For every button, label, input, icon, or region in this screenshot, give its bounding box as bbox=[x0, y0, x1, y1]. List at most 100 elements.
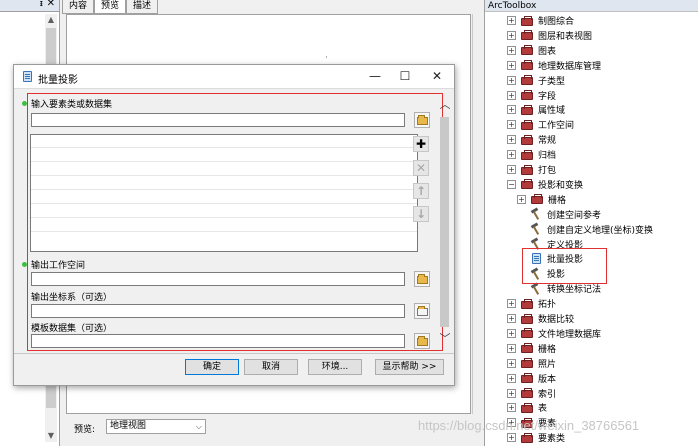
minimize-button[interactable]: — bbox=[360, 65, 390, 89]
tab-contents[interactable]: 内容 bbox=[62, 0, 95, 14]
toolbox-tree-item[interactable]: 创建自定义地理(坐标)变换 bbox=[527, 222, 653, 237]
toolbox-tree-item[interactable]: + 图层和表视图 bbox=[507, 28, 592, 43]
toolbox-tree-item[interactable]: + 字段 bbox=[507, 88, 556, 103]
environments-button[interactable]: 环境... bbox=[308, 359, 362, 375]
toolbox-tree-item[interactable]: + 索引 bbox=[507, 386, 556, 401]
toolbox-tree-item[interactable]: + 子类型 bbox=[507, 73, 565, 88]
toolbox-tree-item[interactable]: − 投影和变换 bbox=[507, 177, 583, 192]
collapse-icon[interactable]: − bbox=[507, 179, 516, 189]
preview-type-select[interactable]: 地理视图 ⌵ bbox=[106, 419, 206, 434]
scroll-down-icon[interactable]: ﹀ bbox=[438, 333, 452, 345]
toolbox-item-label: 子类型 bbox=[538, 76, 566, 87]
expand-icon[interactable]: + bbox=[507, 165, 516, 174]
expand-icon[interactable]: + bbox=[507, 328, 516, 338]
dialog-titlebar[interactable]: 批量投影 — ☐ ✕ bbox=[14, 65, 454, 89]
chevron-down-icon: ⌵ bbox=[195, 422, 202, 431]
arctoolbox-pane: ArcToolbox + 制图综合 + 图层和表视图 + 图表 + 地理数据库管理 + 子类型 + 字… bbox=[484, 0, 698, 446]
toolbox-item-label: 归档 bbox=[538, 151, 557, 162]
toolbox-icon bbox=[520, 59, 534, 71]
toolbox-item-label: 图表 bbox=[538, 46, 557, 57]
toolbox-icon bbox=[520, 15, 534, 27]
toolbox-tree-item[interactable]: + 归档 bbox=[507, 147, 556, 162]
toolbox-icon bbox=[520, 357, 534, 369]
expand-icon[interactable]: + bbox=[517, 194, 526, 204]
expand-icon[interactable]: + bbox=[507, 120, 516, 130]
divider bbox=[14, 353, 454, 354]
close-icon[interactable]: ✕ bbox=[47, 0, 55, 9]
cancel-button[interactable]: 取消 bbox=[244, 359, 298, 375]
toolbox-tree-item[interactable]: + 属性域 bbox=[507, 102, 565, 117]
toolbox-tree-item[interactable]: + 图表 bbox=[507, 43, 556, 58]
scroll-thumb[interactable] bbox=[440, 117, 449, 327]
toolbox-item-label: 打包 bbox=[538, 166, 557, 176]
close-button[interactable]: ✕ bbox=[422, 65, 452, 89]
divider bbox=[472, 14, 473, 414]
toolbox-tree-item[interactable]: + 常规 bbox=[507, 132, 556, 147]
highlight-box bbox=[522, 248, 607, 284]
script-icon bbox=[22, 71, 34, 83]
expand-icon[interactable]: + bbox=[507, 30, 516, 40]
toolbox-item-label: 索引 bbox=[538, 389, 557, 400]
expand-icon[interactable]: + bbox=[507, 433, 516, 443]
expand-icon[interactable]: + bbox=[507, 388, 516, 398]
toolbox-item-label: 制图综合 bbox=[538, 17, 575, 27]
toolbox-tree-item[interactable]: + 栅格 bbox=[517, 192, 566, 207]
toolbox-tree-item[interactable]: + 表 bbox=[507, 400, 547, 415]
expand-icon[interactable]: + bbox=[507, 90, 516, 100]
toolbox-tree-item[interactable]: 创建空间参考 bbox=[527, 207, 601, 222]
toolbox-item-label: 要素类 bbox=[538, 434, 566, 445]
toolbox-item-label: 版本 bbox=[538, 374, 557, 385]
expand-icon[interactable]: + bbox=[507, 16, 516, 25]
expand-icon[interactable]: + bbox=[507, 75, 516, 85]
maximize-button[interactable]: ☐ bbox=[390, 65, 420, 89]
preview-type-value: 地理视图 bbox=[110, 421, 147, 431]
tab-description[interactable]: 描述 bbox=[126, 0, 159, 14]
toolbox-tree-item[interactable]: + 制图综合 bbox=[507, 13, 574, 28]
arctoolbox-title: ArcToolbox bbox=[485, 0, 698, 12]
scroll-up-icon[interactable]: ▲ bbox=[45, 14, 57, 26]
expand-icon[interactable]: + bbox=[507, 60, 516, 70]
toolbox-item-label: 属性域 bbox=[538, 106, 566, 117]
toolbox-icon bbox=[530, 193, 544, 205]
toolbox-tree-item[interactable]: + 数据比较 bbox=[507, 311, 574, 326]
expand-icon[interactable]: + bbox=[507, 373, 516, 383]
toolbox-tree-item[interactable]: + 文件地理数据库 bbox=[507, 326, 601, 341]
expand-icon[interactable]: + bbox=[507, 135, 516, 145]
expand-icon[interactable]: + bbox=[507, 299, 516, 309]
toolbox-icon bbox=[520, 342, 534, 354]
toolbox-tree-item[interactable]: + 照片 bbox=[507, 356, 556, 371]
toolbox-icon bbox=[520, 89, 534, 101]
expand-icon[interactable]: + bbox=[507, 343, 516, 353]
toolbox-tree-item[interactable]: + 打包 bbox=[507, 162, 556, 177]
toolbox-item-label: 文件地理数据库 bbox=[538, 329, 602, 340]
toolbox-item-label: 创建空间参考 bbox=[547, 210, 602, 221]
toolbox-tree-item[interactable]: + 拓扑 bbox=[507, 296, 556, 311]
toolbox-item-label: 栅格 bbox=[538, 344, 557, 355]
expand-icon[interactable]: + bbox=[507, 150, 516, 160]
expand-icon[interactable]: + bbox=[507, 403, 516, 413]
scroll-up-icon[interactable]: ︿ bbox=[438, 99, 452, 111]
toolbox-item-label: 表 bbox=[538, 404, 548, 415]
expand-icon[interactable]: + bbox=[507, 45, 516, 55]
show-help-button[interactable]: 显示帮助 >> bbox=[375, 359, 444, 375]
expand-icon[interactable]: + bbox=[507, 105, 516, 115]
pin-icon[interactable]: ᵻ bbox=[40, 0, 43, 9]
toolbox-item-label: 投影和变换 bbox=[538, 180, 584, 191]
toolbox-tree-item[interactable]: + 栅格 bbox=[507, 341, 556, 356]
dialog-footer: 确定 取消 环境... 显示帮助 >> bbox=[14, 353, 454, 385]
toolbox-icon bbox=[520, 149, 534, 161]
tab-preview[interactable]: 预览 bbox=[94, 0, 127, 14]
toolbox-icon bbox=[520, 402, 534, 414]
expand-icon[interactable]: + bbox=[507, 358, 516, 368]
toolbox-tree-item[interactable]: + 工作空间 bbox=[507, 117, 574, 132]
ok-button[interactable]: 确定 bbox=[185, 359, 239, 375]
toolbox-item-label: 常规 bbox=[538, 136, 557, 147]
params-highlight-box bbox=[27, 93, 443, 351]
toolbox-tree-item[interactable]: + 版本 bbox=[507, 371, 556, 386]
hammer-icon bbox=[530, 282, 543, 295]
toolbox-icon bbox=[520, 44, 534, 56]
toolbox-tree-item[interactable]: + 地理数据库管理 bbox=[507, 58, 601, 73]
expand-icon[interactable]: + bbox=[507, 314, 516, 323]
scroll-down-icon[interactable]: ▼ bbox=[45, 430, 57, 442]
dialog-scrollbar[interactable]: ︿ ﹀ bbox=[438, 93, 452, 351]
